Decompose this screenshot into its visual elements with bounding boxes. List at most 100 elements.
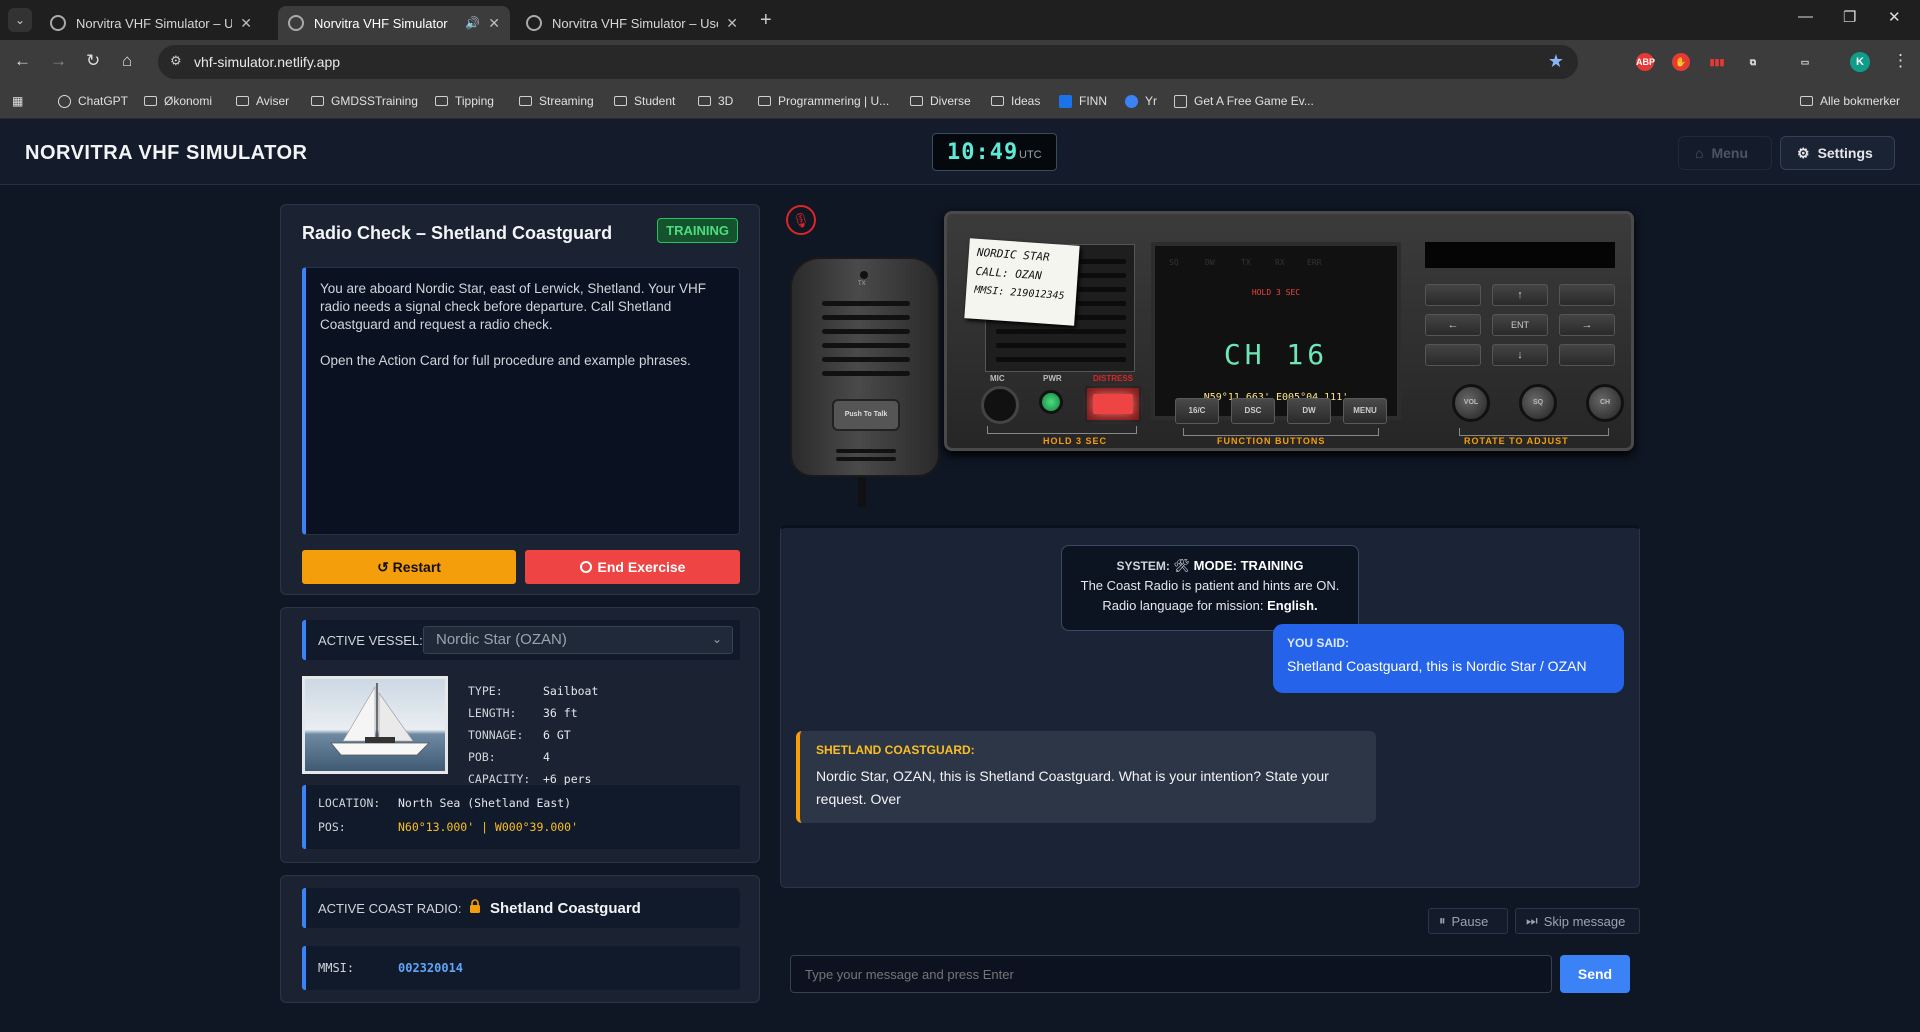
sq-knob[interactable]: SQ [1519, 384, 1557, 422]
close-window-icon[interactable]: ✕ [1888, 8, 1901, 26]
site-info-icon[interactable]: ⚙ [170, 53, 182, 69]
bookmark-folder-tipping[interactable]: Tipping [435, 94, 494, 108]
clock-zone: UTC [1019, 149, 1042, 161]
speaker-icon[interactable]: 🔊 [465, 16, 480, 30]
user-message: YOU SAID: Shetland Coastguard, this is N… [1273, 624, 1624, 693]
utc-clock: 10:49 UTC [932, 133, 1057, 171]
handset-led [860, 271, 868, 279]
bookmark-star-icon[interactable]: ★ [1548, 51, 1564, 72]
bookmark-folder-ideas[interactable]: Ideas [991, 94, 1040, 108]
minimize-icon[interactable]: — [1798, 8, 1813, 25]
apps-grid-icon[interactable]: ▦ [12, 94, 23, 108]
home-icon[interactable]: ⌂ [122, 51, 132, 71]
new-tab-icon[interactable]: + [760, 8, 772, 32]
bookmark-yr[interactable]: Yr [1125, 94, 1157, 108]
close-tab-icon[interactable]: ✕ [488, 15, 500, 32]
browser-tab-3[interactable]: Norvitra VHF Simulator – User Guide ✕ [516, 6, 748, 40]
sailboat-image [330, 683, 430, 756]
keypad-left-button[interactable]: ← [1425, 314, 1481, 336]
reload-icon[interactable]: ↻ [86, 51, 100, 71]
restore-icon[interactable]: ❐ [1843, 8, 1856, 26]
bookmark-free-game[interactable]: Get A Free Game Ev... [1174, 94, 1314, 108]
speaker-slot [996, 329, 1126, 334]
handset-cord [858, 477, 866, 507]
hold-3-sec-label: HOLD 3 SEC [1043, 436, 1108, 446]
keypad-blank-button[interactable] [1425, 344, 1481, 366]
keypad-right-button[interactable]: → [1559, 314, 1615, 336]
fn-dsc-button[interactable]: DSC [1231, 398, 1275, 424]
keypad-down-button[interactable]: ↓ [1492, 344, 1548, 366]
restart-button[interactable]: ↺ Restart [302, 550, 516, 584]
ch-knob[interactable]: CH [1586, 384, 1624, 422]
close-tab-icon[interactable]: ✕ [726, 15, 738, 32]
adblock-extension-icon[interactable]: ABP [1636, 53, 1655, 71]
more-menu-icon[interactable]: ⋮ [1892, 51, 1909, 71]
fn-menu-button[interactable]: MENU [1343, 398, 1387, 424]
bookmark-folder-3d[interactable]: 3D [698, 94, 733, 108]
grill-slot [822, 329, 910, 334]
vessel-select[interactable]: Nordic Star (OZAN) ⌄ [423, 626, 733, 654]
menu-button[interactable]: ⌂ Menu [1678, 136, 1772, 170]
bookmark-chatgpt[interactable]: ChatGPT [58, 94, 128, 108]
bookmark-all[interactable]: Alle bokmerker [1800, 94, 1900, 108]
extensions-puzzle-icon[interactable]: ⧉ [1744, 53, 1762, 71]
cast-icon[interactable]: ▭ [1796, 53, 1814, 71]
bookmark-folder-aviser[interactable]: Aviser [236, 94, 289, 108]
bookmark-folder-okonomi[interactable]: Økonomi [144, 94, 212, 108]
skip-icon: ⏭ [1526, 913, 1538, 928]
back-icon[interactable]: ← [14, 51, 31, 71]
game-icon [1174, 94, 1187, 108]
grill-slot [822, 315, 910, 320]
profile-avatar[interactable]: K [1850, 52, 1870, 72]
app-header: NORVITRA VHF SIMULATOR 10:49 UTC ⌂ Menu … [0, 119, 1920, 185]
browser-tab-1[interactable]: Norvitra VHF Simulator – User Guide ✕ [40, 6, 262, 40]
end-exercise-button[interactable]: End Exercise [525, 550, 740, 584]
speaker-slot [996, 357, 1126, 362]
coast-radio-row: ACTIVE COAST RADIO: Shetland Coastguard [302, 888, 740, 928]
globe-icon [288, 15, 304, 31]
coast-radio-panel: ACTIVE COAST RADIO: Shetland Coastguard … [280, 875, 760, 1003]
handset-microphone[interactable]: TX Push To Talk [790, 257, 940, 477]
settings-button[interactable]: ⚙ Settings [1780, 136, 1895, 170]
push-to-talk-button[interactable]: Push To Talk [832, 399, 900, 431]
grill-slot [822, 301, 910, 306]
distress-button[interactable] [1085, 386, 1141, 422]
bookmark-folder-gmdss[interactable]: GMDSSTraining [311, 94, 418, 108]
tab-search-button[interactable]: ⌄ [8, 8, 32, 32]
fn-16c-button[interactable]: 16/C [1175, 398, 1219, 424]
url-text[interactable]: vhf-simulator.netlify.app [194, 54, 340, 70]
message-input[interactable] [790, 955, 1552, 993]
keypad-enter-button[interactable]: ENT [1492, 314, 1548, 336]
gear-icon: ⚙ [1797, 144, 1810, 161]
bookmark-folder-diverse[interactable]: Diverse [910, 94, 971, 108]
address-bar[interactable]: ⚙ vhf-simulator.netlify.app ★ [158, 45, 1578, 79]
bracket-line [1459, 428, 1609, 436]
pause-button[interactable]: ⏸ Pause [1428, 908, 1508, 934]
folder-icon [1800, 96, 1813, 106]
forward-icon[interactable]: → [50, 51, 67, 71]
bookmark-finn[interactable]: FINN [1059, 94, 1107, 108]
close-tab-icon[interactable]: ✕ [240, 15, 252, 32]
keypad-up-button[interactable]: ↑ [1492, 284, 1548, 306]
vol-knob[interactable]: VOL [1452, 384, 1490, 422]
bookmark-folder-student[interactable]: Student [614, 94, 675, 108]
indicator-tx: TX [1241, 258, 1251, 267]
browser-tab-2[interactable]: Norvitra VHF Simulator 🔊 ✕ [278, 6, 510, 40]
coastguard-message-label: SHETLAND COASTGUARD: [816, 743, 975, 757]
bookmark-folder-streaming[interactable]: Streaming [519, 94, 594, 108]
globe-icon [50, 15, 66, 31]
keypad-blank-button[interactable] [1559, 284, 1615, 306]
hand-extension-icon[interactable]: ✋ [1672, 53, 1690, 71]
power-button[interactable] [1039, 390, 1063, 414]
fn-dw-button[interactable]: DW [1287, 398, 1331, 424]
pause-icon: ⏸ [1439, 913, 1446, 928]
send-button[interactable]: Send [1560, 955, 1630, 993]
keypad-blank-button[interactable] [1559, 344, 1615, 366]
keypad-blank-button[interactable] [1425, 284, 1481, 306]
audio-extension-icon[interactable]: ▮▮▮ [1708, 53, 1726, 71]
folder-icon [236, 96, 249, 106]
bookmark-folder-programmering[interactable]: Programmering | U... [758, 94, 889, 108]
rotate-to-adjust-label: ROTATE TO ADJUST [1464, 436, 1569, 446]
microphone-button[interactable]: 🎙 [786, 205, 816, 235]
skip-message-button[interactable]: ⏭ Skip message [1515, 908, 1640, 934]
